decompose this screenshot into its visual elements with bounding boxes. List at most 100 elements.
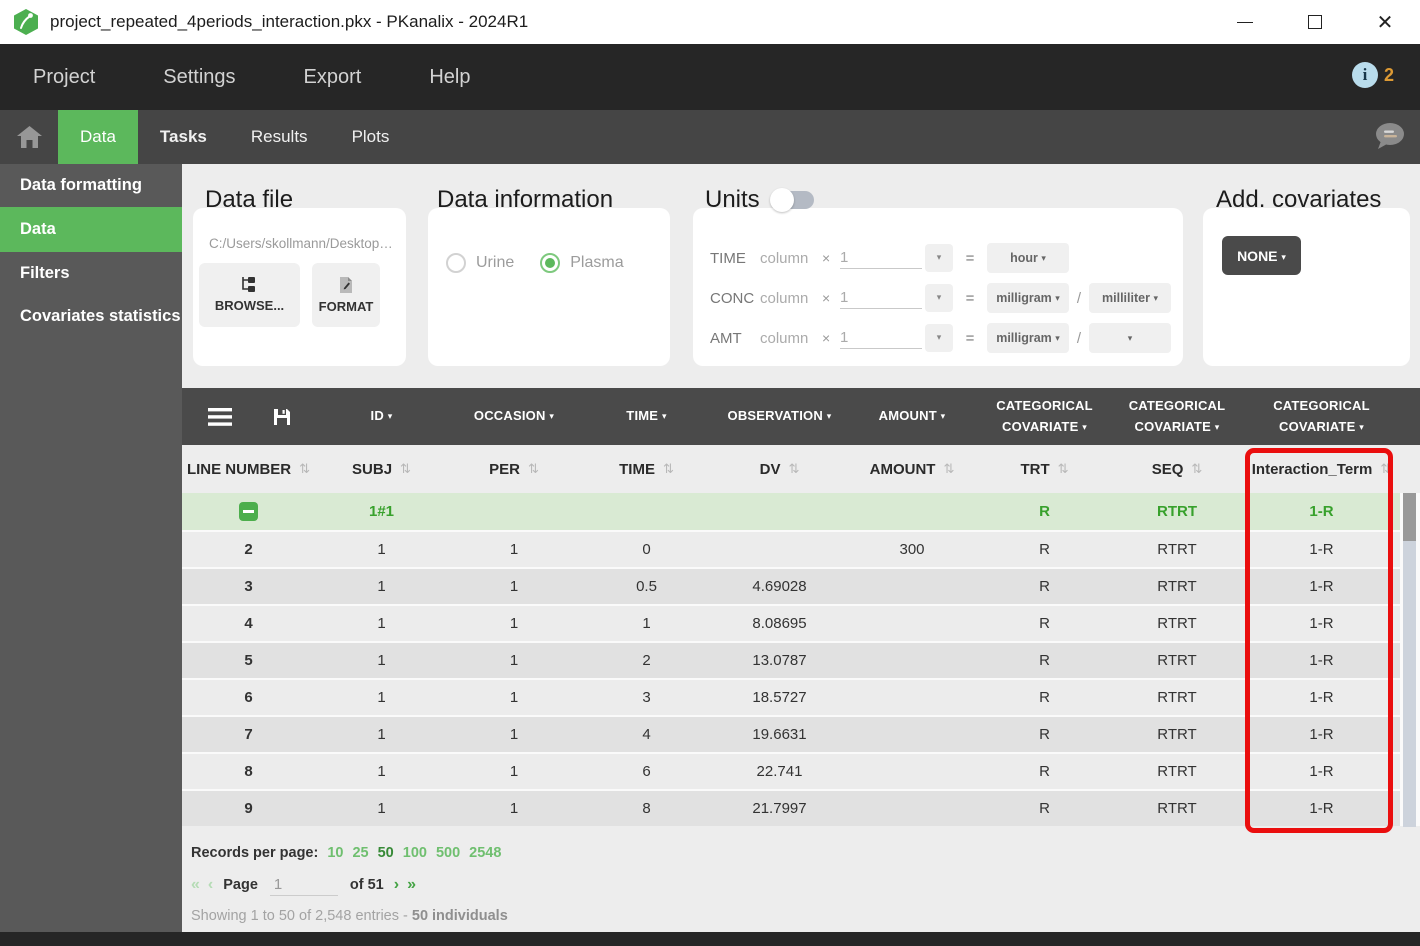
urine-radio[interactable] [446,253,466,273]
col-type-categorical-covariate-2[interactable]: CATEGORICAL COVARIATE ▾ [1111,388,1243,445]
table-scrollbar[interactable] [1403,493,1416,827]
maximize-button[interactable] [1280,0,1350,44]
records-option-100[interactable]: 100 [403,845,427,861]
conc-factor-dropdown[interactable]: ▾ [925,284,953,312]
close-button[interactable]: ✕ [1350,0,1420,44]
covariates-none-dropdown[interactable]: NONE ▾ [1222,236,1301,275]
table-row[interactable]: 2 1 1 0 300 R RTRT 1-R [182,532,1420,567]
tab-data[interactable]: Data [58,110,138,164]
data-information-title: Data information [437,186,614,213]
previous-page-button[interactable]: ‹ [208,876,213,894]
sort-icon[interactable]: ⇅ [528,462,539,477]
col-type-amount[interactable]: AMOUNT ▾ [846,388,978,445]
data-file-panel: Data file C:/Users/skollmann/Desktop… BR… [193,186,406,366]
multiply-sign: × [822,250,831,266]
sort-icon[interactable]: ⇅ [943,462,954,477]
units-panel: Units TIME column × ▾ = hour ▾ CONC colu… [693,186,1183,366]
plasma-label: Plasma [570,254,624,271]
title-bar: project_repeated_4periods_interaction.pk… [0,0,1420,44]
notification-count: 2 [1383,64,1394,85]
multiply-sign: × [822,330,831,346]
menu-help[interactable]: Help [395,66,504,89]
col-header-time[interactable]: TIME ⇅ [580,445,713,493]
browse-button[interactable]: BROWSE... [199,263,300,327]
col-type-observation[interactable]: OBSERVATION ▾ [713,388,846,445]
col-header-per[interactable]: PER ⇅ [448,445,580,493]
menu-export[interactable]: Export [270,66,396,89]
col-type-time[interactable]: TIME ▾ [580,388,713,445]
sort-icon[interactable]: ⇅ [299,462,310,477]
units-card: TIME column × ▾ = hour ▾ CONC column × ▾… [693,208,1183,366]
col-type-id[interactable]: ID ▾ [315,388,448,445]
col-header-amount[interactable]: AMOUNT ⇅ [846,445,978,493]
sidebar-item-data-formatting[interactable]: Data formatting [0,164,182,207]
scrollbar-thumb[interactable] [1403,493,1416,541]
units-title: Units [705,186,760,213]
records-option-500[interactable]: 500 [436,845,460,861]
amt-unit-denominator-dropdown[interactable]: ▾ [1089,323,1171,353]
group-subject-id: 1#1 [315,493,448,530]
time-factor-dropdown[interactable]: ▾ [925,244,953,272]
table-row[interactable]: 4 1 1 1 8.08695 R RTRT 1-R [182,606,1420,641]
menu-settings[interactable]: Settings [129,66,269,89]
table-menu-icon[interactable] [207,407,232,426]
amt-factor-dropdown[interactable]: ▾ [925,324,953,352]
conc-unit-numerator-dropdown[interactable]: milligram ▾ [987,283,1069,313]
collapse-icon[interactable] [239,502,258,521]
chat-icon[interactable] [1372,121,1406,153]
next-page-button[interactable]: › [394,876,399,894]
table-group-row[interactable]: 1#1 R RTRT 1-R [182,493,1420,530]
menu-project[interactable]: Project [0,66,129,89]
sort-icon[interactable]: ⇅ [1058,462,1069,477]
save-icon[interactable] [273,408,290,425]
col-type-occasion[interactable]: OCCASION ▾ [448,388,580,445]
time-factor-input[interactable] [840,247,922,269]
table-row[interactable]: 7 1 1 4 19.6631 R RTRT 1-R [182,717,1420,752]
sort-icon[interactable]: ⇅ [788,462,799,477]
home-button[interactable] [0,110,58,164]
notification-badge[interactable]: i 2 [1351,62,1394,88]
page-input[interactable] [269,874,338,896]
plasma-radio[interactable] [540,253,561,273]
col-header-line-number[interactable]: LINE NUMBER ⇅ [182,445,315,493]
records-option-50[interactable]: 50 [378,845,394,861]
tab-plots[interactable]: Plots [330,110,412,164]
table-row[interactable]: 8 1 1 6 22.741 R RTRT 1-R [182,754,1420,789]
sidebar-item-covariates-statistics[interactable]: Covariates statistics [0,295,182,338]
records-option-2548[interactable]: 2548 [469,845,501,861]
minimize-button[interactable] [1210,0,1280,44]
table-row[interactable]: 5 1 1 2 13.0787 R RTRT 1-R [182,643,1420,678]
table-row[interactable]: 3 1 1 0.5 4.69028 R RTRT 1-R [182,569,1420,604]
col-type-categorical-covariate-3[interactable]: CATEGORICAL COVARIATE ▾ [1243,388,1400,445]
conc-unit-denominator-dropdown[interactable]: milliliter ▾ [1089,283,1171,313]
col-header-trt[interactable]: TRT ⇅ [978,445,1111,493]
col-header-subj[interactable]: SUBJ ⇅ [315,445,448,493]
sidebar-item-filters[interactable]: Filters [0,252,182,295]
tab-tasks[interactable]: Tasks [138,110,229,164]
table-column-header-row: LINE NUMBER ⇅ SUBJ ⇅ PER ⇅ TIME ⇅ DV ⇅ AMOUNT… [182,445,1420,493]
time-unit-dropdown[interactable]: hour ▾ [987,243,1069,273]
home-icon [16,126,42,148]
sort-icon[interactable]: ⇅ [1380,462,1391,477]
conc-column-label: column [760,289,809,307]
format-button[interactable]: FORMAT [312,263,380,327]
col-header-interaction-term[interactable]: Interaction_Term ⇅ [1243,445,1400,493]
tab-results[interactable]: Results [229,110,330,164]
conc-factor-input[interactable] [840,287,922,309]
first-page-button[interactable]: « [191,876,200,894]
table-row[interactable]: 9 1 1 8 21.7997 R RTRT 1-R [182,791,1420,826]
records-option-10[interactable]: 10 [327,845,343,861]
sort-icon[interactable]: ⇅ [663,462,674,477]
last-page-button[interactable]: » [407,876,416,894]
sort-icon[interactable]: ⇅ [400,462,411,477]
sort-icon[interactable]: ⇅ [1191,462,1202,477]
records-option-25[interactable]: 25 [352,845,368,861]
sidebar-item-data[interactable]: Data [0,207,182,252]
units-toggle[interactable] [769,188,814,212]
amt-unit-numerator-dropdown[interactable]: milligram ▾ [987,323,1069,353]
col-header-seq[interactable]: SEQ ⇅ [1111,445,1243,493]
amt-factor-input[interactable] [840,327,922,349]
table-row[interactable]: 6 1 1 3 18.5727 R RTRT 1-R [182,680,1420,715]
col-type-categorical-covariate-1[interactable]: CATEGORICAL COVARIATE ▾ [978,388,1111,445]
col-header-dv[interactable]: DV ⇅ [713,445,846,493]
